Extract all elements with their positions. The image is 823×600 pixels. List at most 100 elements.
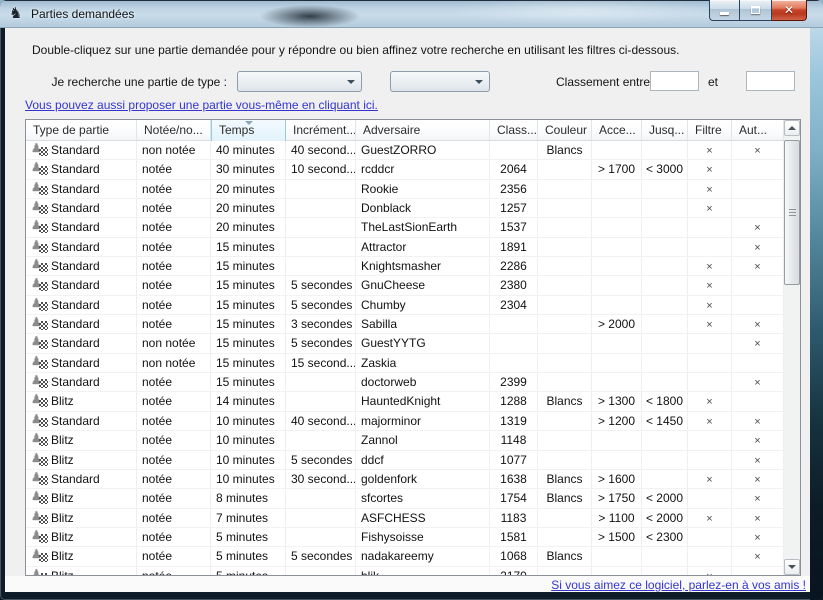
cell-filter: × [688,199,732,217]
seek-row[interactable]: ♟Standardnotée20 minutesTheLastSionEarth… [26,218,784,237]
seek-row[interactable]: ♟Blitznotée10 minutesZannol1148× [26,431,784,450]
cell-auto [732,567,784,575]
cell-auto: × [732,451,784,469]
cell-opponent: HauntedKnight [356,392,490,410]
cell-accept: > 1100 [592,509,642,527]
cell-increment: 40 second... [286,141,356,159]
cell-auto: × [732,431,784,449]
seek-row[interactable]: ♟Standardnon notée15 minutes15 second...… [26,354,784,373]
cell-auto: × [732,373,784,391]
cell-type: ♟Standard [26,470,137,488]
seek-row[interactable]: ♟Standardnotée30 minutes10 second...rcdd… [26,160,784,179]
cell-color: Blancs [538,392,592,410]
seek-row[interactable]: ♟Blitznotée7 minutesASFCHESS1183> 1100< … [26,509,784,528]
scroll-up-button[interactable] [784,120,800,136]
seek-row[interactable]: ♟Standardnon notée40 minutes40 second...… [26,141,784,160]
seek-row[interactable]: ♟Standardnotée15 minutesdoctorweb2399× [26,373,784,392]
maximize-button[interactable] [739,0,772,21]
rating-range-label: Classement entre [556,75,650,89]
close-button[interactable]: ✕ [772,0,807,21]
scrollbar-thumb[interactable] [784,140,800,285]
cell-until: < 3000 [642,160,688,178]
seek-row[interactable]: ♟Standardnotée15 minutes5 secondesGnuChe… [26,276,784,295]
cell-until [642,141,688,159]
seek-row[interactable]: ♟Blitznotée5 minutes5 secondesnadakareem… [26,547,784,566]
cell-filter: × [688,509,732,527]
cell-increment: 5 secondes [286,296,356,314]
minimize-button[interactable] [709,0,739,21]
titlebar[interactable]: ♞ Parties demandées ✕ [0,0,823,28]
rating-max-input[interactable] [746,71,795,91]
cell-auto: × [732,470,784,488]
column-header-type[interactable]: Type de partie [26,120,137,141]
column-header-filter[interactable]: Filtre [688,120,732,141]
cell-auto: × [732,547,784,565]
seek-row[interactable]: ♟Standardnotée10 minutes40 second...majo… [26,412,784,431]
cell-filter [688,334,732,352]
cell-filter: × [688,567,732,575]
seek-row[interactable]: ♟Blitznotée8 minutessfcortes1754Blancs> … [26,489,784,508]
cell-rated: notée [137,451,211,469]
cell-opponent: GnuCheese [356,276,490,294]
seek-row[interactable]: ♟Standardnotée10 minutes30 second...gold… [26,470,784,489]
column-header-accept[interactable]: Acce... [592,120,642,141]
seek-row[interactable]: ♟Blitznotée5 minutesFishysoisse1581> 150… [26,528,784,547]
cell-until [642,315,688,333]
column-header-until[interactable]: Jusq... [642,120,688,141]
cell-increment: 3 secondes [286,315,356,333]
column-header-color[interactable]: Couleur [538,120,592,141]
cell-until [642,567,688,575]
rating-min-input[interactable] [650,71,699,91]
cell-rated: notée [137,412,211,430]
cell-auto [732,392,784,410]
cell-type: ♟Standard [26,373,137,391]
cell-accept: > 1300 [592,392,642,410]
cell-time: 5 minutes [211,567,286,575]
vertical-scrollbar[interactable] [784,120,800,575]
seek-row[interactable]: ♟Blitznotée14 minutesHauntedKnight1288Bl… [26,392,784,411]
pawn-chessboard-icon: ♟ [31,433,49,447]
cell-rated: notée [137,180,211,198]
window-glass-border [810,0,823,600]
seek-row[interactable]: ♟Standardnon notée15 minutes5 secondesGu… [26,334,784,353]
cell-color: Blancs [538,470,592,488]
cell-time: 14 minutes [211,392,286,410]
cell-accept [592,276,642,294]
cell-until [642,238,688,256]
scroll-down-button[interactable] [784,559,800,575]
column-header-rated[interactable]: Notée/no... [137,120,211,141]
seek-row[interactable]: ♟Standardnotée15 minutes3 secondesSabill… [26,315,784,334]
cell-rating: 1537 [490,218,538,236]
game-type-combobox[interactable] [237,71,362,92]
cell-rated: notée [137,238,211,256]
cell-type: ♟Standard [26,315,137,333]
seek-row[interactable]: ♟Standardnotée20 minutesRookie2356× [26,180,784,199]
column-header-time[interactable]: Temps [211,120,286,141]
game-subtype-combobox[interactable] [390,71,490,92]
column-header-increment[interactable]: Incrément... [286,120,356,141]
seek-row[interactable]: ♟Standardnotée15 minutesAttractor1891× [26,238,784,257]
cell-accept: > 1750 [592,489,642,507]
tell-friends-link[interactable]: Si vous aimez ce logiciel, parlez-en à v… [551,578,806,592]
pawn-chessboard-icon: ♟ [31,569,49,575]
cell-auto [732,199,784,217]
cell-type: ♟Standard [26,412,137,430]
seek-row[interactable]: ♟Standardnotée15 minutes5 secondesChumby… [26,296,784,315]
cell-opponent: Chumby [356,296,490,314]
propose-game-link[interactable]: Vous pouvez aussi proposer une partie vo… [25,98,378,112]
seek-row[interactable]: ♟Blitznotée5 minutesblik2170× [26,567,784,575]
seek-row[interactable]: ♟Standardnotée20 minutesDonblack1257× [26,199,784,218]
column-header-rating[interactable]: Class... [490,120,538,141]
column-header-auto[interactable]: Aut... [732,120,784,141]
seek-row[interactable]: ♟Blitznotée10 minutes5 secondesddcf1077× [26,451,784,470]
cell-filter [688,373,732,391]
cell-opponent: ddcf [356,451,490,469]
seek-row[interactable]: ♟Standardnotée15 minutesKnightsmasher228… [26,257,784,276]
cell-accept [592,141,642,159]
cell-filter: × [688,257,732,275]
cell-rated: non notée [137,354,211,372]
column-header-opponent[interactable]: Adversaire [356,120,490,141]
cell-color [538,315,592,333]
cell-accept [592,373,642,391]
cell-until [642,199,688,217]
